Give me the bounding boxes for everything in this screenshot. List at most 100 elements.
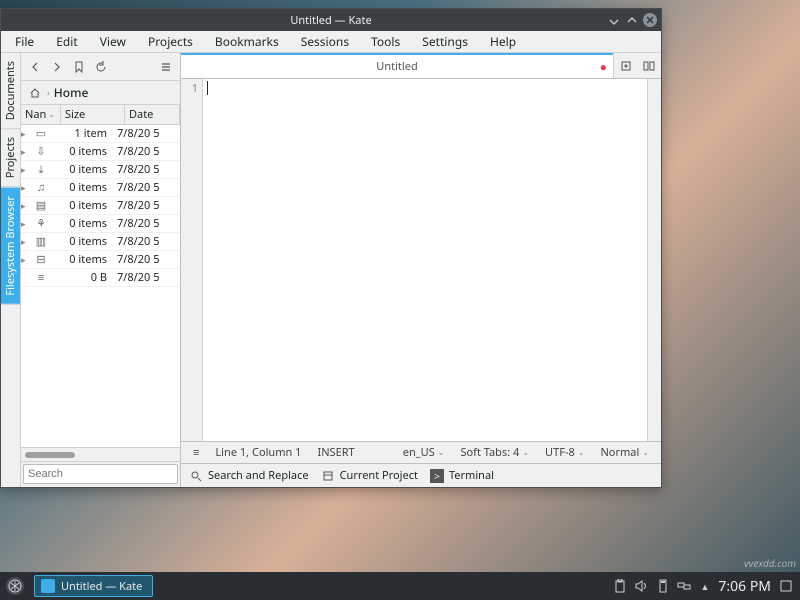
status-locale[interactable]: en_US⌄	[399, 445, 449, 460]
bottom-search[interactable]: Search and Replace	[189, 468, 309, 483]
maximize-button[interactable]	[625, 13, 639, 27]
rail-filesystem[interactable]: Filesystem Browser	[1, 188, 20, 305]
bottom-project[interactable]: Current Project	[321, 468, 418, 483]
reload-icon[interactable]	[93, 59, 109, 75]
editor-vscroll[interactable]	[647, 79, 661, 441]
panel-clock[interactable]: 7:06 PM	[718, 577, 771, 596]
tabbar: Untitled ●	[181, 53, 661, 79]
window-title: Untitled — Kate	[290, 13, 371, 28]
nav-forward-icon[interactable]	[49, 59, 65, 75]
nav-back-icon[interactable]	[27, 59, 43, 75]
taskbar-item-kate[interactable]: Untitled — Kate	[34, 575, 153, 597]
folder-public-icon: ⚘	[31, 216, 51, 231]
menu-projects[interactable]: Projects	[138, 31, 203, 52]
bottombar: Search and Replace Current Project > Ter…	[181, 463, 661, 487]
table-row[interactable]: ▸▥0 items7/8/20 5	[21, 233, 180, 251]
menu-edit[interactable]: Edit	[46, 31, 87, 52]
table-row[interactable]: ▸⊟0 items7/8/20 5	[21, 251, 180, 269]
line-number: 1	[181, 81, 198, 96]
breadcrumb: › Home	[21, 81, 180, 105]
menubar: File Edit View Projects Bookmarks Sessio…	[1, 31, 661, 53]
minimize-button[interactable]	[607, 13, 621, 27]
menu-view[interactable]: View	[90, 31, 136, 52]
row-size: 0 items	[51, 216, 111, 231]
folder-icon: ▭	[31, 126, 51, 141]
folder-templates-icon: ▥	[31, 234, 51, 249]
col-date[interactable]: Date	[125, 105, 180, 124]
row-date: 7/8/20 5	[111, 270, 180, 285]
row-size: 1 item	[51, 126, 111, 141]
rail-projects[interactable]: Projects	[1, 129, 20, 187]
expand-icon: ▸	[21, 163, 31, 176]
expand-icon: ▸	[21, 253, 31, 266]
status-mode[interactable]: INSERT	[313, 445, 358, 460]
tab-close-icon[interactable]: ●	[600, 58, 607, 75]
row-size: 0 items	[51, 180, 111, 195]
menu-tools[interactable]: Tools	[361, 31, 410, 52]
tab-label: Untitled	[376, 59, 417, 74]
status-menu-icon[interactable]: ≡	[189, 445, 203, 460]
folder-videos-icon: ⊟	[31, 252, 51, 267]
row-size: 0 items	[51, 162, 111, 177]
statusbar: ≡ Line 1, Column 1 INSERT en_US⌄ Soft Ta…	[181, 441, 661, 463]
folder-download-icon: ⇩	[31, 144, 51, 159]
table-row[interactable]: ▸▭1 item7/8/20 5	[21, 125, 180, 143]
row-date: 7/8/20 5	[111, 234, 180, 249]
rail-documents[interactable]: Documents	[1, 53, 20, 129]
row-date: 7/8/20 5	[111, 126, 180, 141]
row-size: 0 items	[51, 144, 111, 159]
search-icon	[189, 469, 203, 483]
titlebar[interactable]: Untitled — Kate	[1, 9, 661, 31]
volume-tray-icon[interactable]	[635, 580, 649, 592]
text-area[interactable]	[203, 79, 647, 441]
menu-file[interactable]: File	[5, 31, 44, 52]
close-button[interactable]	[643, 13, 657, 27]
row-date: 7/8/20 5	[111, 162, 180, 177]
show-desktop-icon[interactable]	[780, 580, 792, 592]
new-tab-icon[interactable]	[618, 58, 634, 74]
search-input[interactable]	[23, 464, 178, 484]
table-row[interactable]: ▸⇩0 items7/8/20 5	[21, 143, 180, 161]
status-encoding[interactable]: UTF-8⌄	[541, 445, 588, 460]
line-gutter: 1	[181, 79, 203, 441]
menu-settings[interactable]: Settings	[412, 31, 478, 52]
folder-download2-icon: ⤓	[31, 162, 51, 177]
expand-icon: ▸	[21, 217, 31, 230]
options-icon[interactable]	[158, 59, 174, 75]
network-tray-icon[interactable]	[677, 580, 691, 592]
sidebar-search	[21, 461, 180, 487]
kate-window: Untitled — Kate File Edit View Projects …	[0, 8, 662, 488]
desktop-panel: Untitled — Kate ▲ 7:06 PM	[0, 572, 800, 600]
row-date: 7/8/20 5	[111, 216, 180, 231]
menu-bookmarks[interactable]: Bookmarks	[205, 31, 289, 52]
table-row[interactable]: ▸⚘0 items7/8/20 5	[21, 215, 180, 233]
table-row[interactable]: ▸⤓0 items7/8/20 5	[21, 161, 180, 179]
expand-icon: ▸	[21, 145, 31, 158]
table-row[interactable]: ▸♫0 items7/8/20 5	[21, 179, 180, 197]
tray-expand-icon[interactable]: ▲	[700, 580, 709, 593]
folder-pictures-icon: ▤	[31, 198, 51, 213]
clipboard-tray-icon[interactable]	[614, 579, 626, 593]
status-position[interactable]: Line 1, Column 1	[211, 445, 305, 460]
home-icon[interactable]	[27, 85, 43, 101]
col-name[interactable]: Nan⌄	[21, 105, 61, 124]
device-tray-icon[interactable]	[658, 579, 668, 593]
breadcrumb-home[interactable]: Home	[54, 84, 89, 101]
bottom-terminal[interactable]: > Terminal	[430, 468, 494, 483]
bookmark-icon[interactable]	[71, 59, 87, 75]
menu-help[interactable]: Help	[480, 31, 526, 52]
watermark: vvexdd.com	[744, 556, 796, 570]
file-table-header: Nan⌄ Size Date	[21, 105, 180, 125]
app-launcher[interactable]	[0, 572, 30, 600]
menu-sessions[interactable]: Sessions	[291, 31, 359, 52]
kde-logo-icon	[6, 577, 24, 595]
split-view-icon[interactable]	[641, 58, 657, 74]
status-tabs[interactable]: Soft Tabs: 4⌄	[456, 445, 533, 460]
table-row[interactable]: ▸▤0 items7/8/20 5	[21, 197, 180, 215]
document-tab[interactable]: Untitled ●	[181, 53, 613, 78]
sidebar-hscroll[interactable]	[21, 447, 180, 461]
table-row[interactable]: ≡0 B7/8/20 5	[21, 269, 180, 287]
col-size[interactable]: Size	[61, 105, 125, 124]
status-highlight[interactable]: Normal⌄	[596, 445, 653, 460]
filesystem-sidebar: › Home Nan⌄ Size Date ▸▭1 item7/8/20 5▸⇩…	[21, 53, 181, 487]
